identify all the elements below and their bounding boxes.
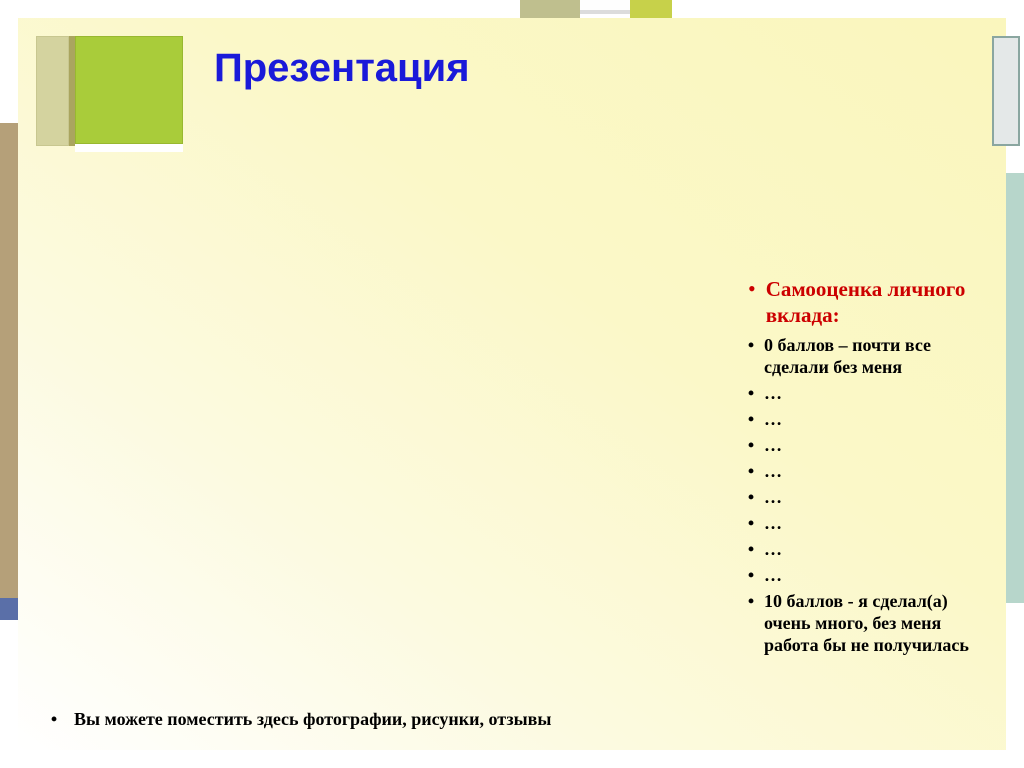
bullet-icon: • xyxy=(34,709,74,730)
list-item-text: … xyxy=(764,538,993,560)
bullet-icon: • xyxy=(738,564,764,586)
self-assessment-block: • Самооценка личного вклада: •0 баллов –… xyxy=(738,276,993,660)
list-item-text: … xyxy=(764,434,993,456)
list-item-text: … xyxy=(764,382,993,404)
deco-left-olive xyxy=(36,36,69,146)
frame-left-bottom xyxy=(0,620,18,768)
footer-note: • Вы можете поместить здесь фотографии, … xyxy=(34,709,551,730)
list-item: •… xyxy=(738,408,993,430)
list-item-text: 0 баллов – почти все сделали без меня xyxy=(764,334,993,378)
bullet-icon: • xyxy=(738,434,764,456)
list-item-text: … xyxy=(764,408,993,430)
frame-top-right xyxy=(672,0,1002,18)
list-item: •… xyxy=(738,460,993,482)
bullet-icon: • xyxy=(738,334,764,356)
list-item: •0 баллов – почти все сделали без меня xyxy=(738,334,993,378)
frame-top-left xyxy=(0,0,520,18)
deco-top-right-box xyxy=(992,36,1020,146)
list-item: •… xyxy=(738,564,993,586)
bullet-icon: • xyxy=(738,486,764,508)
deco-green-square xyxy=(75,36,183,144)
self-assessment-list: •0 баллов – почти все сделали без меня•…… xyxy=(738,334,993,656)
list-item: •… xyxy=(738,512,993,534)
frame-left-top xyxy=(0,18,18,123)
frame-left-blue xyxy=(0,598,18,620)
slide-title: Презентация xyxy=(214,46,470,91)
bullet-icon: • xyxy=(738,512,764,534)
bullet-icon: • xyxy=(738,408,764,430)
list-item-text: … xyxy=(764,460,993,482)
list-item: •… xyxy=(738,538,993,560)
slide-canvas: Презентация • Самооценка личного вклада:… xyxy=(18,18,1006,750)
list-item: •… xyxy=(738,434,993,456)
list-item: •10 баллов - я сделал(а) очень много, бе… xyxy=(738,590,993,656)
frame-top-olive xyxy=(520,0,580,18)
bullet-icon: • xyxy=(738,538,764,560)
frame-left-brown xyxy=(0,123,18,598)
bullet-icon: • xyxy=(738,382,764,404)
list-item-text: 10 баллов - я сделал(а) очень много, без… xyxy=(764,590,993,656)
footer-note-text: Вы можете поместить здесь фотографии, ри… xyxy=(74,709,551,730)
list-item-text: … xyxy=(764,486,993,508)
self-assessment-heading-text: Самооценка личного вклада: xyxy=(766,276,993,328)
bullet-icon: • xyxy=(738,590,764,612)
list-item: •… xyxy=(738,382,993,404)
bullet-icon: • xyxy=(738,460,764,482)
list-item-text: … xyxy=(764,512,993,534)
list-item: •… xyxy=(738,486,993,508)
self-assessment-heading: • Самооценка личного вклада: xyxy=(738,276,993,328)
list-item-text: … xyxy=(764,564,993,586)
frame-bottom xyxy=(18,750,1006,768)
bullet-icon: • xyxy=(738,276,766,302)
deco-white-strip xyxy=(75,144,183,152)
